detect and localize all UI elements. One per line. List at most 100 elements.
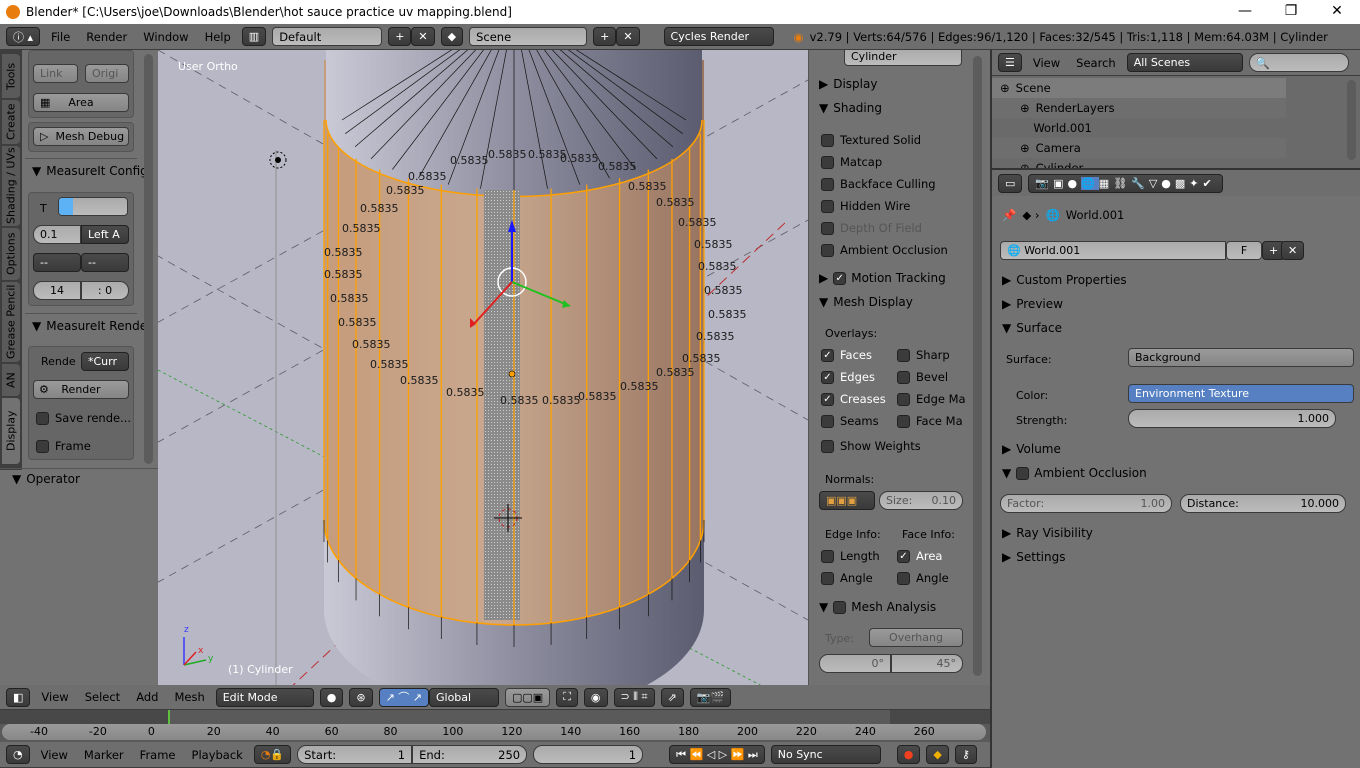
ao-factor-field[interactable]: Factor: 1.00 bbox=[1000, 494, 1172, 513]
menu-tl-view[interactable]: View bbox=[36, 748, 73, 762]
timeline[interactable]: -40 -20 0 20 40 60 80 100 120 140 160 180 200 220 240 2… bbox=[0, 710, 990, 742]
motion-tracking-header[interactable]: ▶ ✓ Motion Tracking bbox=[819, 267, 946, 289]
operator-panel-header[interactable]: ▼ Operator bbox=[12, 468, 80, 490]
tab-display[interactable]: Display bbox=[2, 398, 20, 464]
edge-angle-checkbox[interactable]: Angle bbox=[821, 567, 873, 589]
menu-marker[interactable]: Marker bbox=[79, 748, 129, 762]
strength-field[interactable]: 1.000 bbox=[1128, 409, 1336, 428]
outliner-search-input[interactable]: 🔍 bbox=[1248, 53, 1349, 72]
pivot-button[interactable]: ⊛ bbox=[349, 687, 373, 707]
current-frame-indicator[interactable] bbox=[168, 710, 170, 724]
analysis-max-field[interactable]: 45° bbox=[891, 654, 963, 673]
normals-buttons[interactable]: ▣▣▣ bbox=[819, 491, 875, 510]
playback-controls[interactable]: ⏮ ⏪ ◁ ▷ ⏩ ⏭ bbox=[669, 745, 765, 764]
context-tabs[interactable]: 📷▣● 🌐 ▦⛓🔧▽●▩✦✔ bbox=[1028, 173, 1223, 193]
maximize-button[interactable]: ❐ bbox=[1268, 0, 1314, 24]
face-angle-checkbox[interactable]: Angle bbox=[897, 567, 949, 589]
number-field-1[interactable]: 14 bbox=[33, 281, 81, 300]
dropdown-1[interactable]: -- bbox=[33, 253, 81, 272]
analysis-min-field[interactable]: 0° bbox=[819, 654, 891, 673]
tab-tools[interactable]: Tools bbox=[2, 54, 20, 98]
measureit-render-header[interactable]: ▼ MeasureIt Rende bbox=[32, 315, 147, 337]
t-color-field[interactable] bbox=[58, 197, 128, 216]
outliner-view-menu[interactable]: View bbox=[1028, 56, 1065, 70]
editor-type-timeline-button[interactable]: ◔ bbox=[6, 745, 30, 764]
number-field-2[interactable]: : 0 bbox=[81, 281, 129, 300]
ao-distance-field[interactable]: Distance: 10.000 bbox=[1180, 494, 1346, 513]
tab-an[interactable]: AN bbox=[2, 364, 20, 396]
add-scene-button[interactable]: + bbox=[593, 27, 617, 46]
link-button[interactable]: Link bbox=[33, 64, 78, 83]
settings-header[interactable]: ▶ Settings bbox=[1002, 546, 1065, 568]
ray-visibility-header[interactable]: ▶ Ray Visibility bbox=[1002, 522, 1093, 544]
start-frame-field[interactable]: Start: 1 bbox=[297, 745, 413, 764]
overlay-checkbox[interactable]: Bevel bbox=[897, 366, 977, 388]
frame-checkbox[interactable]: Frame bbox=[36, 435, 91, 457]
menu-select[interactable]: Select bbox=[80, 690, 125, 704]
keyframe-button[interactable]: ◆ bbox=[926, 745, 949, 764]
menu-add[interactable]: Add bbox=[131, 690, 163, 704]
tab-shading-uvs[interactable]: Shading / UVs bbox=[2, 146, 20, 226]
overlay-checkbox[interactable]: Face Ma bbox=[897, 410, 977, 432]
menu-view[interactable]: View bbox=[36, 690, 73, 704]
scene-icon[interactable]: ◆ bbox=[440, 27, 464, 46]
outliner-item[interactable]: ⊕ RenderLayers bbox=[992, 98, 1286, 118]
layout-field[interactable]: Default bbox=[272, 27, 383, 46]
editor-type-properties-button[interactable]: ▭ bbox=[998, 173, 1023, 193]
mesh-analysis-header[interactable]: ▼ Mesh Analysis bbox=[819, 596, 936, 618]
shading-option-checkbox[interactable]: Hidden Wire bbox=[821, 195, 948, 217]
sync-dropdown[interactable]: No Sync bbox=[770, 745, 881, 764]
close-button[interactable]: ✕ bbox=[1314, 0, 1360, 24]
tab-grease-pencil[interactable]: Grease Pencil bbox=[2, 282, 20, 362]
orientation-dropdown[interactable]: Global bbox=[429, 687, 499, 707]
shading-option-checkbox[interactable]: Ambient Occlusion bbox=[821, 239, 948, 261]
editor-type-info-button[interactable]: ⓘ ▴ bbox=[6, 27, 41, 46]
menu-help[interactable]: Help bbox=[200, 30, 236, 44]
area-button[interactable]: ▦ Area bbox=[33, 93, 129, 112]
mesh-debug-button[interactable]: ▷ Mesh Debug bbox=[33, 127, 129, 146]
origin-button[interactable]: Origi bbox=[85, 64, 129, 83]
tab-options[interactable]: Options bbox=[2, 228, 20, 280]
normal-size-field[interactable]: Size: 0.10 bbox=[879, 491, 963, 510]
render-target-dropdown[interactable]: *Curr bbox=[81, 352, 129, 371]
surface-shader-dropdown[interactable]: Background bbox=[1128, 348, 1354, 367]
shading-option-checkbox[interactable]: Depth Of Field bbox=[821, 217, 948, 239]
remove-layout-button[interactable]: ✕ bbox=[411, 27, 435, 46]
font-size-field[interactable]: 0.1 bbox=[33, 225, 81, 244]
overlay-checkbox[interactable]: Edge Ma bbox=[897, 388, 977, 410]
volume-header[interactable]: ▶ Volume bbox=[1002, 438, 1061, 460]
mesh-display-header[interactable]: ▼ Mesh Display bbox=[819, 291, 913, 313]
occlude-button[interactable]: ⛶ bbox=[556, 687, 578, 707]
unlink-world-button[interactable]: ✕ bbox=[1281, 241, 1305, 260]
render-opengl-button[interactable]: 📷🎬 bbox=[689, 687, 732, 707]
end-frame-field[interactable]: End: 250 bbox=[412, 745, 528, 764]
scene-field[interactable]: Scene bbox=[469, 27, 588, 46]
manipulator-button[interactable]: ↗ ⌒ ↗ bbox=[378, 687, 429, 707]
display-panel-header[interactable]: ▶ Display bbox=[819, 73, 877, 95]
remove-scene-button[interactable]: ✕ bbox=[616, 27, 640, 46]
overlay-checkbox[interactable]: ✓ Faces bbox=[821, 344, 897, 366]
outliner-item[interactable]: ⊕ Camera bbox=[992, 138, 1286, 158]
select-mode-buttons[interactable]: ▢▢▣ bbox=[505, 687, 551, 707]
menu-playback[interactable]: Playback bbox=[187, 748, 248, 762]
preview-range-button[interactable]: ◔🔒 bbox=[253, 745, 292, 764]
uv-button[interactable]: ⇗ bbox=[660, 687, 684, 707]
object-name-field[interactable]: Cylinder bbox=[844, 50, 962, 66]
surface-header[interactable]: ▼ Surface bbox=[1002, 317, 1062, 339]
editor-type-outliner-button[interactable]: ☰ bbox=[998, 53, 1022, 72]
keying-set-button[interactable]: ⚷ bbox=[954, 745, 977, 764]
color-input-dropdown[interactable]: Environment Texture bbox=[1128, 384, 1354, 403]
ambient-occlusion-header[interactable]: ▼ Ambient Occlusion bbox=[1002, 462, 1147, 484]
menu-mesh[interactable]: Mesh bbox=[169, 690, 209, 704]
render-engine-dropdown[interactable]: Cycles Render bbox=[663, 27, 774, 46]
add-layout-button[interactable]: + bbox=[388, 27, 412, 46]
editor-type-3d-button[interactable]: ◧ bbox=[6, 687, 31, 707]
tab-create[interactable]: Create bbox=[2, 100, 20, 144]
dropdown-2[interactable]: -- bbox=[81, 253, 129, 272]
custom-properties-header[interactable]: ▶ Custom Properties bbox=[1002, 269, 1127, 291]
align-dropdown[interactable]: Left A bbox=[81, 225, 129, 244]
layout-icon[interactable]: ▥ bbox=[241, 27, 267, 46]
minimize-button[interactable]: — bbox=[1222, 0, 1268, 24]
shading-option-checkbox[interactable]: Backface Culling bbox=[821, 173, 948, 195]
overlay-checkbox[interactable]: ✓ Creases bbox=[821, 388, 897, 410]
